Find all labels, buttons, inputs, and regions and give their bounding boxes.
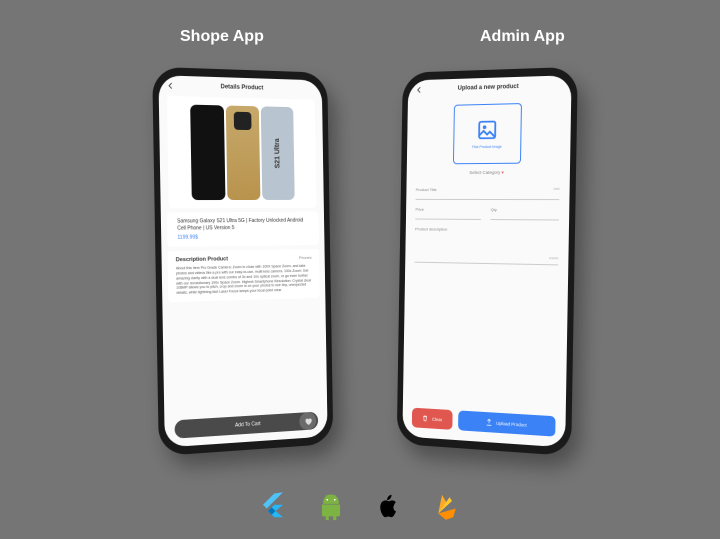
product-title-label: Product Title (416, 187, 437, 192)
phone-variant-dark (190, 105, 225, 200)
description-heading: Description Product (176, 255, 312, 263)
price-field[interactable]: Price (415, 204, 481, 220)
desc-label: Product description (415, 226, 447, 231)
upload-product-button[interactable]: Upload Product (458, 410, 556, 436)
product-description-field[interactable]: Product description 0/1000 (415, 223, 559, 265)
category-tag: Phones (299, 255, 312, 260)
admin-header-title: Upload a new product (408, 82, 571, 93)
price-label: Price (415, 207, 424, 212)
app-title-admin: Admin App (480, 28, 565, 46)
clear-label: Clear (432, 416, 442, 422)
upload-icon (485, 418, 493, 426)
product-title-field[interactable]: Product Title 0/80 (416, 184, 560, 200)
product-image (167, 96, 317, 208)
heart-icon (304, 416, 313, 425)
flutter-icon (258, 491, 288, 521)
product-info: Samsung Galaxy S21 Ultra 5G | Factory Un… (167, 212, 319, 247)
pick-image-label: Pick Product Image (472, 145, 502, 149)
desc-char-counter: 0/1000 (549, 256, 558, 260)
select-category-dropdown[interactable]: Select Category (407, 169, 570, 176)
phone-shop: Details Product Samsung Galaxy S21 Ultra… (152, 67, 333, 456)
description-block: Description Product Phones About this it… (168, 249, 320, 302)
image-picker[interactable]: Pick Product Image (453, 103, 522, 164)
admin-button-row: Clear Upload Product (412, 408, 556, 437)
admin-header: Upload a new product (408, 75, 572, 98)
title-char-counter: 0/80 (554, 187, 560, 191)
shop-header: Details Product (158, 75, 322, 98)
phone-variant-gold (226, 106, 261, 201)
android-icon (316, 491, 346, 521)
trash-icon (422, 414, 430, 422)
clear-button[interactable]: Clear (412, 408, 452, 430)
firebase-icon (432, 491, 462, 521)
product-name: Samsung Galaxy S21 Ultra 5G | Factory Un… (177, 218, 309, 232)
add-to-cart-button[interactable]: Add To Cart (175, 412, 319, 439)
phone-variant-light (261, 106, 295, 200)
product-price: 1199.99$ (177, 233, 309, 241)
upload-label: Upload Product (496, 420, 527, 427)
shop-header-title: Details Product (159, 82, 322, 93)
description-body: About this item Pro Grade Camera: Zoom i… (176, 264, 312, 296)
app-title-shop: Shope App (180, 28, 264, 46)
qty-field[interactable]: Qty (491, 204, 560, 220)
shop-screen: Details Product Samsung Galaxy S21 Ultra… (158, 75, 327, 447)
apple-icon (374, 491, 404, 521)
tech-icons-row (258, 491, 462, 521)
image-icon (476, 119, 498, 141)
phone-admin: Upload a new product Pick Product Image … (397, 67, 578, 456)
qty-label: Qty (491, 207, 497, 212)
admin-screen: Upload a new product Pick Product Image … (402, 75, 571, 447)
